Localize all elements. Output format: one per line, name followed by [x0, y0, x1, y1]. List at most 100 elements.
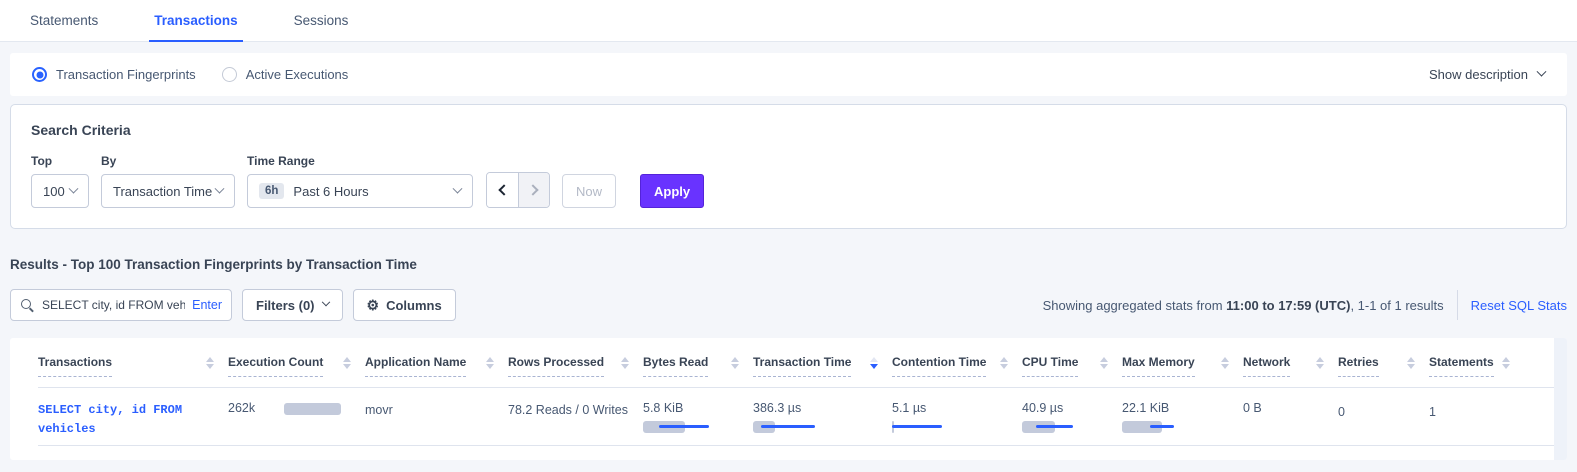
radio-unselected-icon[interactable] [222, 67, 237, 82]
column-header-cpu-time[interactable]: CPU Time [1022, 355, 1122, 377]
column-header-transaction-time[interactable]: Transaction Time [753, 355, 892, 377]
radio-selected-icon[interactable] [32, 67, 47, 82]
results-heading: Results - Top 100 Transaction Fingerprin… [10, 257, 1567, 272]
column-header-bytes-read[interactable]: Bytes Read [643, 355, 753, 377]
search-criteria-title: Search Criteria [31, 122, 1546, 138]
filters-button-label: Filters (0) [256, 298, 315, 313]
time-range-select[interactable]: 6h Past 6 Hours [247, 174, 473, 208]
radio-label: Transaction Fingerprints [56, 67, 196, 82]
chevron-down-icon [321, 298, 329, 306]
column-label: CPU Time [1022, 355, 1078, 377]
by-label: By [101, 154, 235, 168]
statements-value: 1 [1429, 405, 1436, 419]
top-label: Top [31, 154, 89, 168]
sort-icon-active-desc[interactable] [870, 357, 878, 369]
sort-icon[interactable] [343, 357, 351, 369]
tab-statements[interactable]: Statements [25, 0, 103, 41]
tab-label: Transactions [154, 13, 237, 28]
now-button[interactable]: Now [562, 174, 616, 208]
search-input-value[interactable]: SELECT city, id FROM vehicles W [42, 298, 185, 312]
cell-transaction-time: 386.3 µs [753, 401, 892, 421]
sort-icon[interactable] [1221, 357, 1229, 369]
column-label: Statements [1429, 355, 1494, 377]
sort-icon[interactable] [1100, 357, 1108, 369]
sort-icon[interactable] [621, 357, 629, 369]
column-header-statements[interactable]: Statements [1429, 355, 1524, 377]
column-header-execution-count[interactable]: Execution Count [228, 355, 365, 377]
application-name-value: movr [365, 403, 393, 417]
execution-count-bar [284, 403, 341, 415]
retries-value: 0 [1338, 405, 1345, 419]
apply-button-label: Apply [654, 184, 690, 199]
tab-transactions[interactable]: Transactions [149, 0, 242, 41]
cell-application-name: movr [365, 401, 508, 417]
radio-active-executions[interactable]: Active Executions [222, 67, 349, 82]
apply-button[interactable]: Apply [640, 174, 704, 208]
cpu-time-value: 40.9 µs [1022, 401, 1108, 415]
network-value: 0 B [1243, 401, 1262, 415]
by-select[interactable]: Transaction Time [101, 174, 235, 208]
column-label: Application Name [365, 355, 466, 377]
column-label: Execution Count [228, 355, 323, 377]
chevron-down-icon [453, 183, 463, 193]
columns-button-label: Columns [386, 298, 442, 313]
chevron-right-icon [527, 184, 538, 195]
show-description-label: Show description [1429, 67, 1528, 82]
column-label: Transaction Time [753, 355, 851, 377]
sort-icon[interactable] [1316, 357, 1324, 369]
column-label: Transactions [38, 355, 112, 377]
column-header-transactions[interactable]: Transactions [38, 355, 228, 377]
show-description-toggle[interactable]: Show description [1429, 67, 1545, 82]
top-select[interactable]: 100 [31, 174, 89, 208]
previous-range-button[interactable] [487, 173, 518, 207]
column-label: Max Memory [1122, 355, 1195, 377]
sort-icon[interactable] [1407, 357, 1415, 369]
column-label: Retries [1338, 355, 1379, 377]
vertical-divider [1457, 290, 1458, 320]
reset-sql-stats-link[interactable]: Reset SQL Stats [1471, 298, 1567, 313]
search-enter-button[interactable]: Enter [192, 298, 222, 312]
sort-icon[interactable] [206, 357, 214, 369]
cell-bytes-read: 5.8 KiB [643, 401, 753, 421]
search-criteria-panel: Search Criteria Top 100 By Transaction T… [10, 104, 1567, 229]
cell-cpu-time: 40.9 µs [1022, 401, 1122, 421]
table-scrollbar[interactable] [1554, 338, 1567, 460]
column-header-network[interactable]: Network [1243, 355, 1338, 377]
page-tabs: Statements Transactions Sessions [0, 0, 1577, 42]
transaction-time-value: 386.3 µs [753, 401, 878, 415]
sql-search-input[interactable]: SELECT city, id FROM vehicles W Enter [10, 289, 232, 321]
time-range-pager [486, 172, 550, 208]
cell-retries: 0 [1338, 401, 1429, 419]
columns-button[interactable]: ⚙ Columns [353, 289, 456, 321]
cell-contention-time: 5.1 µs [892, 401, 1022, 421]
sort-icon[interactable] [486, 357, 494, 369]
rows-processed-value: 78.2 Reads / 0 Writes [508, 403, 628, 417]
filters-button[interactable]: Filters (0) [242, 289, 343, 321]
column-header-contention-time[interactable]: Contention Time [892, 355, 1022, 377]
time-range-label: Time Range [247, 154, 473, 168]
by-select-value: Transaction Time [113, 184, 212, 199]
transaction-fingerprint-link[interactable]: SELECT city, id FROM vehicles [38, 401, 198, 438]
column-header-application-name[interactable]: Application Name [365, 355, 508, 377]
now-button-label: Now [576, 184, 602, 199]
column-header-retries[interactable]: Retries [1338, 355, 1429, 377]
table-header-row: Transactions Execution Count Application… [38, 338, 1567, 388]
max-memory-value: 22.1 KiB [1122, 401, 1229, 415]
column-label: Contention Time [892, 355, 986, 377]
gear-icon: ⚙ [367, 297, 380, 314]
sort-icon[interactable] [1502, 357, 1510, 369]
column-header-max-memory[interactable]: Max Memory [1122, 355, 1243, 377]
sort-icon[interactable] [731, 357, 739, 369]
view-toggle-bar: Transaction Fingerprints Active Executio… [10, 53, 1567, 96]
radio-transaction-fingerprints[interactable]: Transaction Fingerprints [32, 67, 196, 82]
column-header-rows-processed[interactable]: Rows Processed [508, 355, 643, 377]
column-label: Network [1243, 355, 1290, 377]
radio-label: Active Executions [246, 67, 349, 82]
next-range-button[interactable] [518, 173, 549, 207]
tab-sessions[interactable]: Sessions [289, 0, 354, 41]
column-label: Rows Processed [508, 355, 604, 377]
chevron-down-icon [1537, 67, 1547, 77]
transactions-table: Transactions Execution Count Application… [10, 338, 1567, 460]
sort-icon[interactable] [1000, 357, 1008, 369]
execution-count-value: 262k [228, 401, 284, 415]
